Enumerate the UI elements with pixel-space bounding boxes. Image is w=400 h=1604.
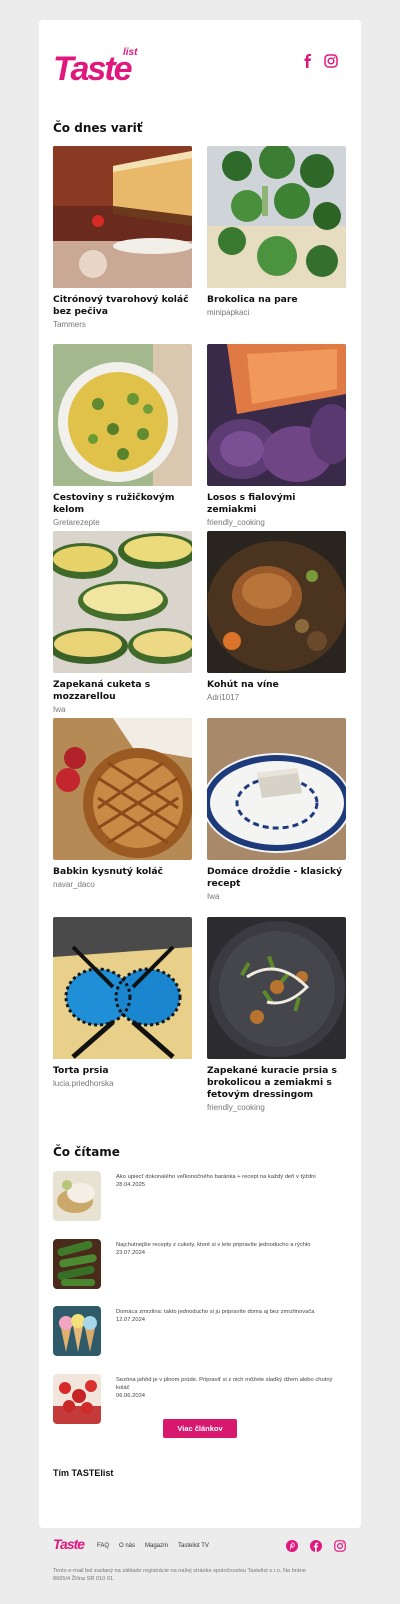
newsletter-card: Taste list Čo dnes variť Citrónový tvaro…: [39, 20, 361, 1528]
recipe-author: Tammers: [53, 320, 86, 329]
article-title[interactable]: Sezóna jahôd je v plnom prúde. Pripraviť…: [116, 1376, 344, 1392]
article-item[interactable]: Ako upiecť dokonalého veľkonočného barán…: [53, 1171, 347, 1221]
article-date: 12.07.2024: [116, 1317, 146, 1323]
recipe-card[interactable]: Zapekaná cuketa s mozzarellou Iwa: [53, 531, 192, 714]
recipe-card[interactable]: Brokolica na pare minipapkaci: [207, 146, 346, 317]
recipe-card[interactable]: Cestoviny s ružičkovým kelom Gretarezept…: [53, 344, 192, 527]
recipe-title[interactable]: Babkin kysnutý koláč: [53, 866, 192, 878]
recipe-author: minipapkaci: [207, 308, 250, 317]
article-thumbnail[interactable]: [53, 1171, 101, 1221]
tastelist-logo[interactable]: Taste list: [53, 47, 149, 87]
team-signature: Tím TASTElist: [53, 1468, 114, 1478]
recipe-image[interactable]: [207, 531, 346, 673]
recipe-image[interactable]: [207, 344, 346, 486]
article-date: 06.06.2024: [116, 1393, 146, 1399]
recipe-image[interactable]: [53, 718, 192, 860]
recipe-title[interactable]: Brokolica na pare: [207, 294, 346, 306]
recipe-author: friendly_cooking: [207, 518, 265, 527]
logo-sub-text: list: [123, 47, 138, 58]
recipe-title[interactable]: Domáce droždie - klasický recept: [207, 866, 346, 890]
recipe-title[interactable]: Cestoviny s ružičkovým kelom: [53, 492, 192, 516]
footer-link-about[interactable]: O nás: [119, 1543, 135, 1549]
article-title[interactable]: Najchutnejšie recepty z cukety, ktoré si…: [116, 1241, 344, 1249]
recipe-card[interactable]: Babkin kysnutý koláč navar_daco: [53, 718, 192, 889]
recipe-card[interactable]: Kohút na víne Adri1017: [207, 531, 346, 702]
article-thumbnail[interactable]: [53, 1239, 101, 1289]
article-item[interactable]: Najchutnejšie recepty z cukety, ktoré si…: [53, 1239, 347, 1289]
recipe-title[interactable]: Zapekané kuracie prsia s brokolicou a ze…: [207, 1065, 346, 1101]
footer-link-magazine[interactable]: Magazín: [145, 1543, 168, 1549]
facebook-icon[interactable]: [310, 1540, 322, 1552]
logo-text: Taste: [53, 50, 133, 88]
recipe-card[interactable]: Citrónový tvarohový koláč bez pečiva Tam…: [53, 146, 192, 329]
recipe-author: Iwa: [53, 705, 66, 714]
more-articles-button[interactable]: Viac článkov: [163, 1419, 237, 1438]
recipe-author: lucia.priedhorska: [53, 1079, 114, 1088]
pinterest-icon[interactable]: [286, 1540, 298, 1552]
article-date: 28.04.2025: [116, 1182, 146, 1188]
recipe-title[interactable]: Citrónový tvarohový koláč bez pečiva: [53, 294, 192, 318]
instagram-icon[interactable]: [324, 54, 338, 68]
recipe-image[interactable]: [53, 146, 192, 288]
recipes-section-title: Čo dnes variť: [53, 121, 143, 135]
footer-link-faq[interactable]: FAQ: [97, 1543, 109, 1549]
recipe-image[interactable]: [53, 917, 192, 1059]
article-thumbnail[interactable]: [53, 1374, 101, 1424]
recipe-title[interactable]: Torta prsia: [53, 1065, 192, 1077]
article-title[interactable]: Ako upiecť dokonalého veľkonočného barán…: [116, 1173, 344, 1181]
article-item[interactable]: Domáca zmrzlina: takto jednoducho si ju …: [53, 1306, 347, 1356]
recipe-card[interactable]: Torta prsia lucia.priedhorska: [53, 917, 192, 1088]
reading-section-title: Čo čítame: [53, 1145, 120, 1159]
recipe-author: friendly_cooking: [207, 1103, 265, 1112]
instagram-icon[interactable]: [334, 1540, 346, 1552]
recipe-image[interactable]: [207, 917, 346, 1059]
article-item[interactable]: Sezóna jahôd je v plnom prúde. Pripraviť…: [53, 1374, 347, 1424]
facebook-icon[interactable]: [301, 54, 315, 68]
recipe-image[interactable]: [207, 718, 346, 860]
recipe-card[interactable]: Zapekané kuracie prsia s brokolicou a ze…: [207, 917, 346, 1112]
recipe-card[interactable]: Domáce droždie - klasický recept Iwa: [207, 718, 346, 901]
recipe-image[interactable]: [53, 344, 192, 486]
footer-link-tv[interactable]: Tastelist TV: [178, 1543, 209, 1549]
recipe-author: Adri1017: [207, 693, 240, 702]
recipe-author: navar_daco: [53, 880, 95, 889]
footer-logo[interactable]: Taste: [53, 1536, 85, 1552]
recipe-author: Iwa: [207, 892, 220, 901]
recipe-title[interactable]: Losos s fialovými zemiakmi: [207, 492, 346, 516]
recipe-author: Gretarezepte: [53, 518, 100, 527]
recipe-title[interactable]: Zapekaná cuketa s mozzarellou: [53, 679, 192, 703]
recipe-card[interactable]: Losos s fialovými zemiakmi friendly_cook…: [207, 344, 346, 527]
article-date: 23.07.2024: [116, 1250, 146, 1256]
footer-fine-print: Tento e-mail bol zaslaný na základe regi…: [53, 1568, 306, 1582]
article-title[interactable]: Domáca zmrzlina: takto jednoducho si ju …: [116, 1308, 344, 1316]
recipe-image[interactable]: [53, 531, 192, 673]
recipe-title[interactable]: Kohút na víne: [207, 679, 346, 691]
recipe-image[interactable]: [207, 146, 346, 288]
article-thumbnail[interactable]: [53, 1306, 101, 1356]
